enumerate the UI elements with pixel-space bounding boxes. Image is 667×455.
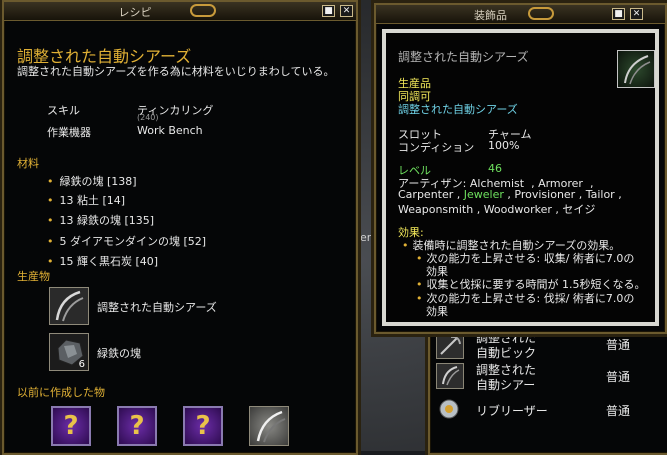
list-item[interactable]: リブリーザー 普通 [430,395,667,425]
material-item: • 緑鉄の塊 [138] [47,173,137,189]
bullet-icon: • [47,175,54,188]
classes-line3: Weaponsmith , Woodworker , セイジ [398,203,596,216]
recipe-item-name: 調整された自動シアーズ [17,47,192,66]
list-item-quality: 普通 [606,404,631,418]
tooltip-titlebar[interactable]: 装飾品 ■ ✕ [376,5,665,24]
list-item-quality: 普通 [606,338,631,352]
previous-heading: 以前に作成した物 [17,386,105,399]
class-name: Provisioner [514,188,576,201]
close-button[interactable]: ✕ [630,8,643,20]
material-item: • 13 粘土 [14] [47,192,125,208]
material-label: 5 ダイアモンダインの塊 [52] [59,235,207,248]
products-heading: 生産物 [17,270,50,283]
question-mark-icon[interactable]: ? [117,406,157,446]
recipe-description: 調整された自動シアーズを作る為に材料をいじりまわしている。 [17,65,335,78]
shears-icon [436,363,464,389]
list-item[interactable]: 調整された 自動シアー 普通 [430,361,667,392]
rebreather-icon [436,397,464,423]
device-label: 作業機器 [47,126,91,139]
effect-text: 効果 [426,305,448,318]
material-label: 13 緑鉄の塊 [135] [59,214,155,227]
class-name-highlighted: Jeweler [463,188,504,201]
tooltip-item-name: 調整された自動シアーズ [398,50,529,64]
bullet-icon: • [416,252,423,265]
list-item[interactable]: 調整された 自動ビック 普通 [430,331,667,361]
effect-text: 次の能力を上昇させる: 収集/ 術者に7.0の [426,252,635,265]
classes-line2: Carpenter , Jeweler , Provisioner , Tail… [398,188,622,201]
material-item: • 5 ダイアモンダインの塊 [52] [47,233,206,249]
materials-heading: 材料 [17,157,39,170]
shears-icon [617,50,655,88]
material-item: • 13 緑鉄の塊 [135] [47,212,154,228]
material-label: 緑鉄の塊 [138] [59,175,137,188]
list-item-name: リブリーザー [476,404,548,418]
recipe-window-title: レシピ [118,6,152,19]
item-tooltip-window: 装飾品 ■ ✕ 調整された自動シアーズ 生産品 同調可 調整された自動シアーズ … [374,3,667,334]
list-item-quality: 普通 [606,370,631,384]
skill-level: (240) [137,113,159,122]
background-text: er [360,231,372,244]
bullet-icon: • [416,292,423,305]
recipe-titlebar[interactable]: レシピ ■ ✕ [4,2,356,21]
level-value: 46 [488,162,502,175]
material-label: 13 粘土 [14] [59,194,126,207]
condition-label: コンディション [398,141,475,154]
shears-icon[interactable] [249,406,289,446]
question-mark-icon[interactable]: ? [51,406,91,446]
material-item: • 15 輝く黒石炭 [40] [47,253,158,269]
list-item-name-line2: 自動シアー [476,378,536,392]
skill-label: スキル [47,104,80,117]
pick-icon [436,333,464,359]
bullet-icon: • [47,255,54,268]
tooltip-subtitle: 調整された自動シアーズ [398,103,518,116]
recipe-window: レシピ ■ ✕ 調整された自動シアーズ 調整された自動シアーズを作る為に材料をい… [2,0,358,455]
class-name: Tailor [585,188,615,201]
material-label: 15 輝く黒石炭 [40] [59,255,159,268]
effect-item: • 次の能力を上昇させる: 伐採/ 術者に7.0の [416,290,634,306]
product-name: 緑鉄の塊 [97,347,141,360]
window-ornament-icon [190,4,216,17]
question-mark-icon[interactable]: ? [183,406,223,446]
minimize-button[interactable]: ■ [612,8,625,20]
shears-icon[interactable] [49,287,89,325]
product-count: 6 [78,359,85,370]
condition-value: 100% [488,139,520,152]
bullet-icon: • [47,194,54,207]
effect-text: 次の能力を上昇させる: 伐採/ 術者に7.0の [426,292,635,305]
bullet-icon: • [47,235,54,248]
list-item-name-line2: 自動ビック [476,346,537,360]
effect-item: • 次の能力を上昇させる: 収集/ 術者に7.0の [416,250,634,266]
ore-chunk-icon[interactable]: 6 [49,333,89,371]
bullet-icon: • [47,214,54,227]
class-name: Carpenter [398,188,454,201]
product-name: 調整された自動シアーズ [97,301,217,314]
window-ornament-icon [528,7,554,20]
bullet-icon: • [402,239,409,252]
device-value: Work Bench [137,124,203,137]
